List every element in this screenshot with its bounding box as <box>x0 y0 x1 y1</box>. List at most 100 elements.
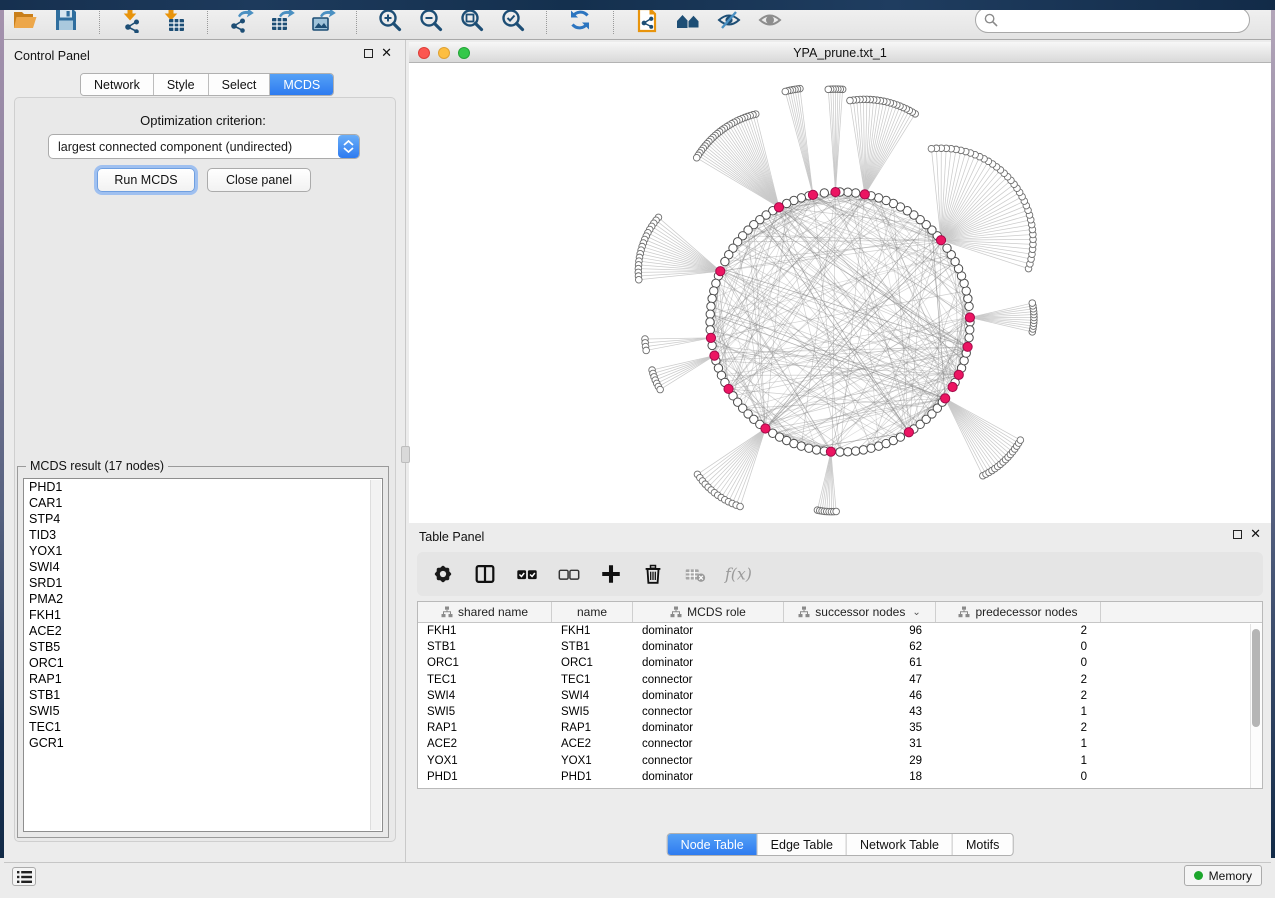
network-leaf-node[interactable] <box>1029 300 1036 307</box>
tab-select[interactable]: Select <box>209 74 271 95</box>
mcds-result-item[interactable]: FKH1 <box>24 607 382 623</box>
network-hub-node[interactable] <box>724 384 733 393</box>
float-panel-icon[interactable] <box>364 49 373 58</box>
close-panel-icon[interactable]: ✕ <box>381 49 392 58</box>
table-row[interactable]: ORC1ORC1dominator610 <box>418 655 1262 671</box>
network-hub-node[interactable] <box>706 333 715 342</box>
network-leaf-node[interactable] <box>782 88 789 95</box>
table-row[interactable]: STB1STB1dominator620 <box>418 639 1262 655</box>
table-row[interactable]: SWI5SWI5connector431 <box>418 704 1262 720</box>
table-row[interactable]: RAP1RAP1dominator352 <box>418 720 1262 736</box>
table-row[interactable]: YOX1YOX1connector291 <box>418 753 1262 769</box>
network-node[interactable] <box>844 448 852 456</box>
mcds-result-item[interactable]: SWI4 <box>24 559 382 575</box>
mcds-result-item[interactable]: YOX1 <box>24 543 382 559</box>
table-row[interactable]: SWI4SWI4dominator462 <box>418 688 1262 704</box>
network-node[interactable] <box>836 448 844 456</box>
network-node[interactable] <box>710 287 718 295</box>
network-node[interactable] <box>706 326 714 334</box>
optimization-select[interactable]: largest connected component (undirected) <box>48 134 360 159</box>
network-leaf-node[interactable] <box>693 154 700 161</box>
table-tab-node-table[interactable]: Node Table <box>668 834 758 855</box>
mcds-result-item[interactable]: TID3 <box>24 527 382 543</box>
network-node[interactable] <box>812 446 820 454</box>
table-scrollbar-thumb[interactable] <box>1252 629 1260 727</box>
network-leaf-node[interactable] <box>635 276 642 283</box>
mcds-result-item[interactable]: CAR1 <box>24 495 382 511</box>
mcds-result-item[interactable]: PHD1 <box>24 479 382 495</box>
network-leaf-node[interactable] <box>928 145 935 152</box>
network-node[interactable] <box>706 310 714 318</box>
mcds-list-scrollbar[interactable] <box>370 480 381 830</box>
mcds-result-item[interactable]: ORC1 <box>24 655 382 671</box>
table-scrollbar[interactable] <box>1250 624 1262 788</box>
network-node[interactable] <box>859 446 867 454</box>
column-header-name[interactable]: name <box>552 602 633 622</box>
network-hub-node[interactable] <box>941 394 950 403</box>
network-leaf-node[interactable] <box>833 508 840 515</box>
mcds-result-item[interactable]: STB5 <box>24 639 382 655</box>
network-node[interactable] <box>820 189 828 197</box>
delete-button[interactable] <box>639 560 667 588</box>
table-row[interactable]: FKH1FKH1dominator962 <box>418 623 1262 639</box>
close-table-panel-icon[interactable]: ✕ <box>1250 530 1261 539</box>
network-node[interactable] <box>721 257 729 265</box>
network-node[interactable] <box>844 188 852 196</box>
select-all-button[interactable] <box>513 560 541 588</box>
run-mcds-button[interactable]: Run MCDS <box>97 168 195 192</box>
column-header-mcds_role[interactable]: MCDS role <box>633 602 784 622</box>
network-node[interactable] <box>965 302 973 310</box>
float-table-panel-icon[interactable] <box>1233 530 1242 539</box>
network-node[interactable] <box>851 189 859 197</box>
mcds-result-item[interactable]: GCR1 <box>24 735 382 751</box>
network-node[interactable] <box>943 244 951 252</box>
network-hub-node[interactable] <box>954 370 963 379</box>
column-header-predecessor_nodes[interactable]: predecessor nodes <box>936 602 1101 622</box>
table-tab-network-table[interactable]: Network Table <box>847 834 953 855</box>
network-hub-node[interactable] <box>948 382 957 391</box>
network-hub-node[interactable] <box>808 190 817 199</box>
column-header-shared_name[interactable]: shared name <box>418 602 552 622</box>
network-leaf-node[interactable] <box>643 347 650 354</box>
network-node[interactable] <box>707 302 715 310</box>
network-leaf-node[interactable] <box>847 97 854 104</box>
network-hub-node[interactable] <box>710 351 719 360</box>
add-column-button[interactable] <box>597 560 625 588</box>
network-hub-node[interactable] <box>860 190 869 199</box>
close-panel-button[interactable]: Close panel <box>207 168 311 192</box>
network-hub-node[interactable] <box>716 267 725 276</box>
vertical-splitter[interactable] <box>402 40 409 862</box>
mcds-result-item[interactable]: SWI5 <box>24 703 382 719</box>
network-node[interactable] <box>706 318 714 326</box>
splitter-grip[interactable] <box>401 446 410 463</box>
network-node[interactable] <box>805 444 813 452</box>
search-input[interactable] <box>998 10 1249 30</box>
network-node[interactable] <box>966 326 974 334</box>
network-hub-node[interactable] <box>963 342 972 351</box>
network-canvas[interactable] <box>409 63 1271 561</box>
mcds-result-item[interactable]: ACE2 <box>24 623 382 639</box>
memory-button[interactable]: Memory <box>1184 865 1262 886</box>
tab-mcds[interactable]: MCDS <box>270 74 333 95</box>
network-node[interactable] <box>708 294 716 302</box>
mcds-result-item[interactable]: STB1 <box>24 687 382 703</box>
table-row[interactable]: ACE2ACE2connector311 <box>418 736 1262 752</box>
network-hub-node[interactable] <box>904 428 913 437</box>
network-node[interactable] <box>851 447 859 455</box>
network-leaf-node[interactable] <box>737 503 744 510</box>
mcds-result-item[interactable]: PMA2 <box>24 591 382 607</box>
mcds-result-item[interactable]: TEC1 <box>24 719 382 735</box>
network-hub-node[interactable] <box>826 447 835 456</box>
mcds-result-item[interactable]: SRD1 <box>24 575 382 591</box>
network-hub-node[interactable] <box>965 313 974 322</box>
task-history-button[interactable] <box>12 867 36 886</box>
column-header-successor_nodes[interactable]: successor nodes⌄ <box>784 602 936 622</box>
mcds-result-item[interactable]: RAP1 <box>24 671 382 687</box>
mcds-result-list[interactable]: PHD1CAR1STP4TID3YOX1SWI4SRD1PMA2FKH1ACE2… <box>23 478 383 832</box>
network-node[interactable] <box>896 433 904 441</box>
network-leaf-node[interactable] <box>825 86 832 93</box>
network-hub-node[interactable] <box>761 424 770 433</box>
network-leaf-node[interactable] <box>657 386 664 393</box>
table-row[interactable]: PHD1PHD1dominator180 <box>418 769 1262 785</box>
table-tab-edge-table[interactable]: Edge Table <box>758 834 847 855</box>
